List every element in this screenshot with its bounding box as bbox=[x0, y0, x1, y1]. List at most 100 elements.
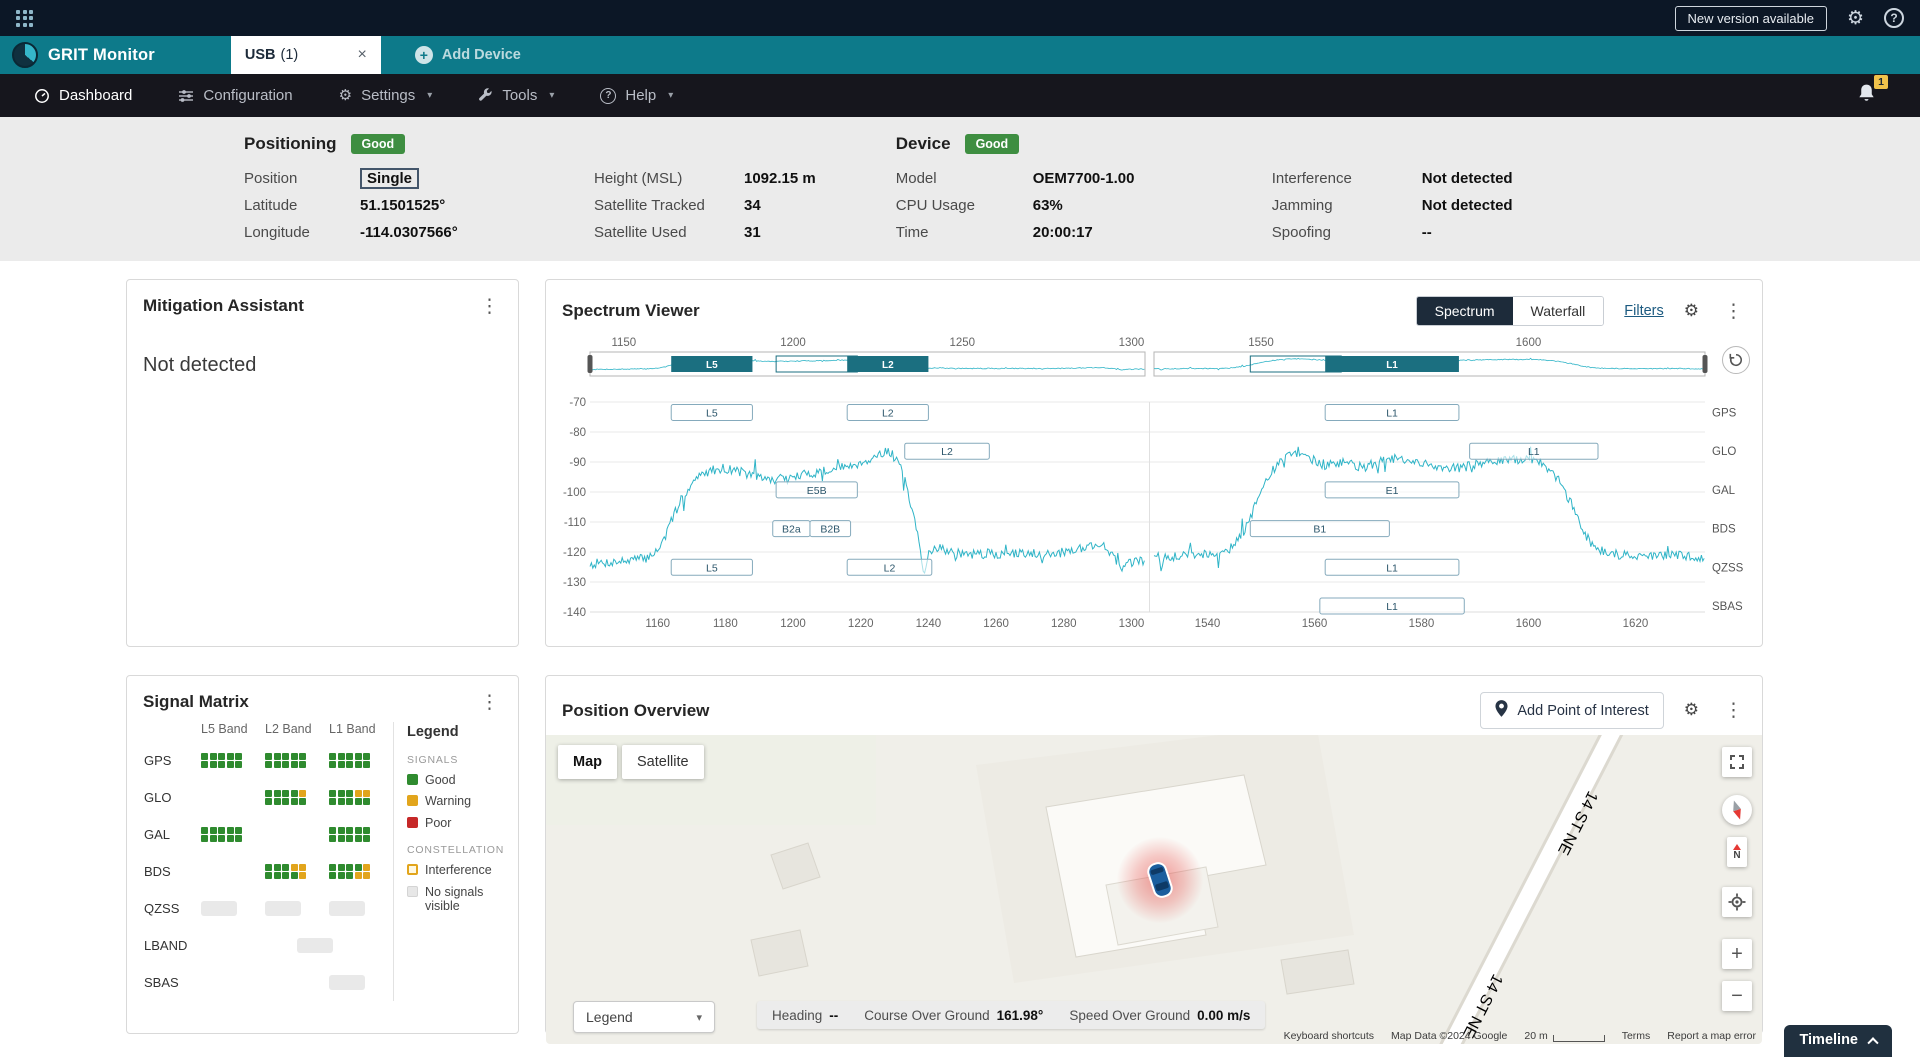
filters-link[interactable]: Filters bbox=[1624, 303, 1663, 319]
svg-text:-70: -70 bbox=[569, 397, 586, 409]
new-version-button[interactable]: New version available bbox=[1675, 6, 1827, 31]
my-location-button[interactable] bbox=[1722, 887, 1752, 917]
kebab-menu-icon[interactable]: ⋮ bbox=[475, 693, 504, 712]
compass-control[interactable] bbox=[1722, 795, 1752, 825]
signal-square bbox=[282, 872, 289, 879]
svg-text:1620: 1620 bbox=[1623, 618, 1649, 630]
nav-help[interactable]: ? Help ▾ bbox=[600, 87, 673, 104]
spectrum-toggle-button[interactable]: Spectrum bbox=[1417, 297, 1513, 325]
svg-text:1560: 1560 bbox=[1302, 618, 1328, 630]
zoom-out-button[interactable]: − bbox=[1722, 981, 1752, 1011]
nav-configuration[interactable]: Configuration bbox=[178, 87, 292, 104]
signal-square bbox=[282, 864, 289, 871]
keyboard-shortcuts-link[interactable]: Keyboard shortcuts bbox=[1284, 1030, 1374, 1042]
add-poi-button[interactable]: Add Point of Interest bbox=[1480, 692, 1663, 729]
timeline-button[interactable]: Timeline bbox=[1784, 1025, 1892, 1057]
card-title: Mitigation Assistant bbox=[143, 296, 304, 316]
main-nav: Dashboard Configuration ⚙ Settings ▾ Too… bbox=[0, 74, 1920, 117]
field-value: Not detected bbox=[1422, 170, 1513, 187]
zoom-in-button[interactable]: + bbox=[1722, 939, 1752, 969]
kebab-menu-icon[interactable]: ⋮ bbox=[475, 297, 504, 316]
svg-text:-130: -130 bbox=[563, 577, 586, 589]
signal-cell bbox=[329, 753, 370, 769]
svg-text:E5B: E5B bbox=[807, 485, 827, 497]
kebab-menu-icon[interactable]: ⋮ bbox=[1719, 701, 1748, 720]
signal-square bbox=[291, 753, 298, 760]
signal-square bbox=[274, 872, 281, 879]
kebab-menu-icon[interactable]: ⋮ bbox=[1719, 302, 1748, 321]
chevron-down-icon[interactable]: ▾ bbox=[427, 90, 432, 101]
field-label: Satellite Used bbox=[594, 224, 744, 241]
satellite-button[interactable]: Satellite bbox=[622, 745, 704, 779]
gear-icon[interactable]: ⚙ bbox=[1684, 303, 1699, 320]
chevron-down-icon[interactable]: ▾ bbox=[549, 90, 554, 101]
app-grid-icon[interactable] bbox=[16, 10, 33, 27]
device-field: Time20:00:17 bbox=[896, 224, 1252, 241]
svg-text:E1: E1 bbox=[1386, 485, 1399, 497]
signal-square bbox=[265, 864, 272, 871]
signal-square bbox=[338, 872, 345, 879]
svg-text:-140: -140 bbox=[563, 607, 586, 619]
nav-tools[interactable]: Tools ▾ bbox=[478, 87, 554, 104]
signal-square bbox=[227, 753, 234, 760]
add-device-button[interactable]: + Add Device bbox=[395, 36, 541, 74]
map-container: 14 ST NE 14 ST NE Map Satellite bbox=[546, 735, 1762, 1044]
north-indicator-button[interactable]: N bbox=[1727, 837, 1747, 867]
signal-square bbox=[265, 790, 272, 797]
tab-label: USB bbox=[245, 47, 276, 63]
tab-usb[interactable]: USB (1) × bbox=[231, 36, 381, 74]
signal-cell bbox=[329, 864, 370, 880]
terms-link[interactable]: Terms bbox=[1622, 1030, 1651, 1042]
legend-item-label: No signals visible bbox=[425, 885, 504, 914]
signal-square bbox=[227, 835, 234, 842]
chevron-down-icon[interactable]: ▾ bbox=[668, 90, 673, 101]
plus-icon: + bbox=[415, 46, 433, 64]
notifications-button[interactable]: 1 bbox=[1857, 83, 1876, 108]
help-icon[interactable]: ? bbox=[1884, 8, 1904, 28]
positioning-field: PositionSingle bbox=[244, 168, 574, 189]
field-label: Jamming bbox=[1272, 197, 1422, 214]
signal-row-lband: LBAND bbox=[144, 927, 393, 964]
signal-square bbox=[282, 761, 289, 768]
signal-square bbox=[346, 864, 353, 871]
map-button[interactable]: Map bbox=[558, 745, 617, 779]
spectrum-chart[interactable]: 115012001250130015501600-70-80-90-100-11… bbox=[560, 334, 1750, 634]
signal-square bbox=[363, 790, 370, 797]
field-value: Single bbox=[360, 168, 419, 189]
constellation-label: GAL bbox=[144, 827, 201, 842]
signal-square bbox=[227, 827, 234, 834]
svg-text:L1: L1 bbox=[1386, 562, 1398, 574]
no-signal-cell bbox=[297, 938, 333, 953]
map-type-toggle: Map Satellite bbox=[558, 745, 704, 779]
configuration-icon bbox=[178, 88, 194, 104]
waterfall-toggle-button[interactable]: Waterfall bbox=[1513, 297, 1604, 325]
fullscreen-button[interactable] bbox=[1722, 747, 1752, 777]
svg-text:1180: 1180 bbox=[713, 618, 738, 630]
svg-text:GPS: GPS bbox=[1712, 408, 1737, 420]
add-poi-label: Add Point of Interest bbox=[1517, 703, 1648, 719]
svg-text:BDS: BDS bbox=[1712, 524, 1736, 536]
gear-icon[interactable]: ⚙ bbox=[1847, 9, 1864, 28]
settings-icon: ⚙ bbox=[339, 88, 352, 103]
band-column-header: L2 Band bbox=[265, 722, 329, 736]
map-legend-dropdown[interactable]: Legend ▾ bbox=[573, 1001, 715, 1033]
scale-label: 20 m bbox=[1524, 1030, 1547, 1042]
signal-square bbox=[265, 761, 272, 768]
report-map-error-link[interactable]: Report a map error bbox=[1667, 1030, 1756, 1042]
signal-square bbox=[299, 872, 306, 879]
signal-square bbox=[218, 835, 225, 842]
field-value: Not detected bbox=[1422, 197, 1513, 214]
app-logo-icon bbox=[12, 42, 38, 68]
close-icon[interactable]: × bbox=[328, 47, 367, 63]
reset-zoom-button[interactable] bbox=[1722, 346, 1750, 374]
nav-settings[interactable]: ⚙ Settings ▾ bbox=[339, 87, 433, 104]
signal-cell bbox=[265, 864, 306, 880]
signal-square bbox=[282, 753, 289, 760]
nav-dashboard[interactable]: Dashboard bbox=[34, 87, 132, 104]
field-label: Position bbox=[244, 170, 360, 187]
signal-square bbox=[210, 835, 217, 842]
signal-square bbox=[346, 790, 353, 797]
svg-text:1240: 1240 bbox=[916, 618, 942, 630]
legend-item-label: Good bbox=[425, 773, 456, 787]
gear-icon[interactable]: ⚙ bbox=[1684, 702, 1699, 719]
